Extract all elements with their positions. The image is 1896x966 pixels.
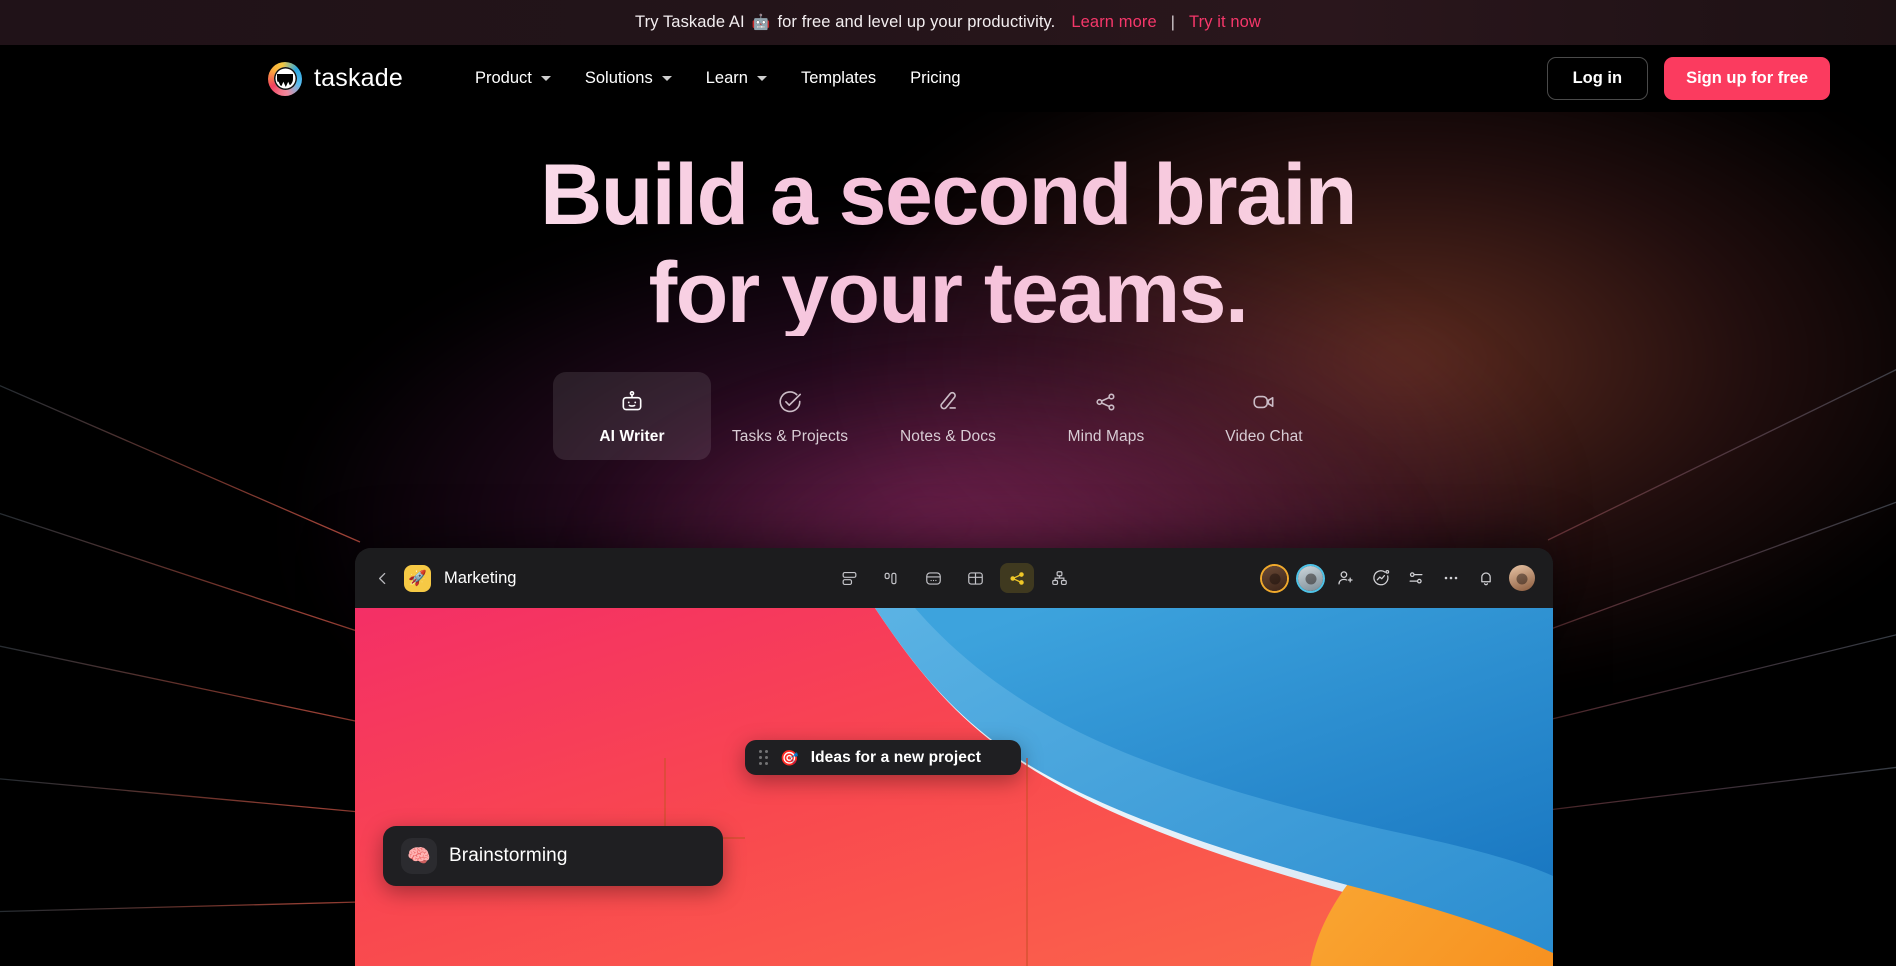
feature-tabs: AI Writer Tasks & Projects Notes & Docs … xyxy=(0,372,1896,460)
board-view-button[interactable] xyxy=(874,563,908,593)
tab-mind-maps-label: Mind Maps xyxy=(1067,428,1145,445)
mindmap-node-brainstorming[interactable]: 🧠 Brainstorming xyxy=(383,826,723,886)
avatar-face xyxy=(1269,573,1280,585)
tab-video-chat[interactable]: Video Chat xyxy=(1185,372,1343,460)
nav-item-learn[interactable]: Learn xyxy=(689,61,784,96)
try-it-now-link[interactable]: Try it now xyxy=(1189,13,1261,32)
tab-ai-writer[interactable]: AI Writer xyxy=(553,372,711,460)
tab-video-chat-label: Video Chat xyxy=(1225,428,1303,445)
nav-item-solutions-label: Solutions xyxy=(584,69,653,87)
filter-icon[interactable] xyxy=(1404,566,1428,590)
account-avatar[interactable] xyxy=(1509,565,1535,591)
main-navigation: taskade Product Solutions Learn Template… xyxy=(0,45,1896,112)
brain-emoji-icon: 🧠 xyxy=(401,838,437,874)
logo-face-glyph xyxy=(277,74,293,87)
chevron-down-icon xyxy=(540,76,551,81)
signup-button[interactable]: Sign up for free xyxy=(1664,57,1830,100)
taskade-logo-icon xyxy=(268,61,302,96)
tab-mind-maps[interactable]: Mind Maps xyxy=(1027,372,1185,460)
nav-item-product-label: Product xyxy=(474,69,532,87)
nav-links: Product Solutions Learn Templates Pricin… xyxy=(458,61,978,96)
notifications-bell-icon[interactable] xyxy=(1474,566,1498,590)
login-button[interactable]: Log in xyxy=(1546,57,1649,100)
nav-item-product[interactable]: Product xyxy=(458,61,568,96)
learn-more-link[interactable]: Learn more xyxy=(1071,13,1156,32)
app-toolbar-right xyxy=(1262,565,1535,591)
invite-user-icon[interactable] xyxy=(1334,566,1358,590)
nav-item-learn-label: Learn xyxy=(705,69,748,87)
nav-item-templates[interactable]: Templates xyxy=(784,61,893,96)
robot-icon xyxy=(553,388,711,415)
action-view-button[interactable] xyxy=(916,563,950,593)
mindmap-node-ideas-label: Ideas for a new project xyxy=(810,748,981,766)
table-view-button[interactable] xyxy=(958,563,992,593)
avatar-face xyxy=(1305,573,1316,585)
tab-tasks-projects[interactable]: Tasks & Projects xyxy=(711,372,869,460)
hero-headline: Build a second brain for your teams. xyxy=(0,152,1896,336)
brand-logo[interactable]: taskade xyxy=(268,61,403,96)
landing-page: Try Taskade AI 🤖 for free and level up y… xyxy=(0,0,1896,966)
view-switcher xyxy=(832,563,1076,593)
project-rocket-icon: 🚀 xyxy=(404,564,431,592)
video-camera-icon xyxy=(1185,388,1343,415)
mindmap-node-brainstorming-label: Brainstorming xyxy=(449,845,568,866)
pen-icon xyxy=(869,388,1027,415)
avatar-face xyxy=(1516,573,1528,585)
back-chevron-icon[interactable] xyxy=(373,569,391,587)
org-chart-view-button[interactable] xyxy=(1042,563,1076,593)
nav-item-pricing[interactable]: Pricing xyxy=(893,61,977,96)
banner-separator: | xyxy=(1170,13,1176,31)
robot-emoji-icon: 🤖 xyxy=(751,14,771,31)
announcement-text-after: for free and level up your productivity. xyxy=(777,13,1056,31)
chevron-down-icon xyxy=(661,76,672,81)
tab-notes-docs[interactable]: Notes & Docs xyxy=(869,372,1027,460)
announcement-text-before: Try Taskade AI xyxy=(635,13,745,31)
nav-item-solutions[interactable]: Solutions xyxy=(568,61,689,96)
headline-line-1: Build a second brain xyxy=(0,152,1896,238)
chevron-down-icon xyxy=(756,76,767,81)
collaborator-avatar-1[interactable] xyxy=(1262,565,1287,591)
mindmap-node-ideas[interactable]: 🎯 Ideas for a new project xyxy=(745,740,1021,775)
canvas-wallpaper xyxy=(355,608,1553,966)
brand-wordmark: taskade xyxy=(314,64,403,92)
app-preview-window: 🚀 Marketing 🎯 Ideas for a new project 🧠 … xyxy=(355,548,1553,966)
collaborator-avatar-2[interactable] xyxy=(1298,565,1323,591)
nav-actions: Log in Sign up for free xyxy=(1546,57,1830,100)
mindmap-view-button[interactable] xyxy=(1000,563,1034,593)
list-view-button[interactable] xyxy=(832,563,866,593)
mindmap-canvas[interactable]: 🎯 Ideas for a new project 🧠 Brainstormin… xyxy=(355,608,1553,966)
announcement-text: Try Taskade AI 🤖 for free and level up y… xyxy=(635,13,1055,32)
target-emoji-icon: 🎯 xyxy=(780,749,799,767)
tab-notes-docs-label: Notes & Docs xyxy=(900,428,996,445)
nav-item-templates-label: Templates xyxy=(800,69,877,87)
nav-item-pricing-label: Pricing xyxy=(910,69,961,87)
headline-line-2: for your teams. xyxy=(0,250,1896,336)
check-circle-icon xyxy=(711,388,869,415)
tab-tasks-projects-label: Tasks & Projects xyxy=(731,428,849,445)
share-nodes-icon xyxy=(1027,388,1185,415)
app-toolbar-left: 🚀 Marketing xyxy=(373,564,517,592)
activity-icon[interactable] xyxy=(1369,566,1393,590)
drag-handle-icon[interactable] xyxy=(759,750,768,765)
project-title: Marketing xyxy=(444,568,517,587)
announcement-banner: Try Taskade AI 🤖 for free and level up y… xyxy=(0,0,1896,45)
app-toolbar: 🚀 Marketing xyxy=(355,548,1553,608)
more-options-icon[interactable] xyxy=(1439,566,1463,590)
tab-ai-writer-label: AI Writer xyxy=(599,428,665,445)
